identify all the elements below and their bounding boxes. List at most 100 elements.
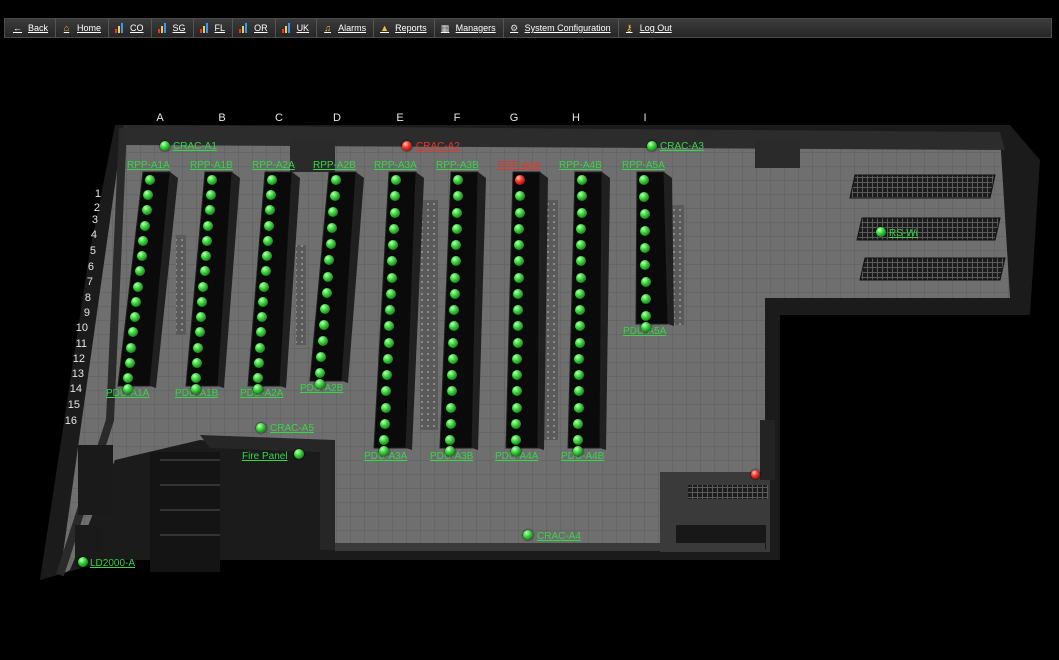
rack-status-dot[interactable] — [317, 335, 328, 346]
rack-status-dot[interactable] — [325, 239, 336, 250]
rack-status-dot[interactable] — [129, 312, 140, 323]
rack-status-dot[interactable] — [382, 370, 392, 380]
rack-status-dot[interactable] — [385, 305, 395, 315]
rack-status-dot[interactable] — [575, 288, 586, 299]
rack-status-dot[interactable] — [513, 256, 524, 267]
rack-status-dot[interactable] — [331, 175, 341, 185]
back-link[interactable]: ← Back — [7, 19, 57, 37]
rack-status-dot[interactable] — [192, 357, 203, 368]
rack-status-dot[interactable] — [204, 205, 215, 216]
crac-a3-link[interactable]: CRAC-A3 — [660, 141, 704, 153]
rack-status-dot[interactable] — [513, 288, 524, 299]
rpp-a2a-link[interactable]: RPP-A2A — [252, 160, 295, 172]
rack-status-dot[interactable] — [575, 272, 586, 283]
home-link[interactable]: ⌂ Home — [56, 19, 110, 37]
rack-status-dot[interactable] — [575, 305, 585, 315]
rack-status-dot[interactable] — [320, 303, 331, 314]
rack-status-dot[interactable] — [379, 435, 389, 445]
rack-status-dot[interactable] — [576, 207, 587, 218]
rack-status-dot[interactable] — [446, 386, 457, 397]
rack-status-dot[interactable] — [640, 277, 651, 287]
rack-status-dot[interactable] — [573, 402, 584, 413]
site-link-or[interactable]: OR — [233, 19, 276, 37]
rack-status-dot[interactable] — [450, 256, 461, 267]
rack-status-dot[interactable] — [512, 370, 522, 380]
rack-status-dot[interactable] — [447, 353, 458, 364]
rack-status-dot[interactable] — [194, 327, 205, 338]
rack-status-dot[interactable] — [448, 337, 458, 348]
rack-status-dot[interactable] — [573, 386, 584, 397]
rack-status-dot[interactable] — [514, 223, 525, 234]
rpp-a4a-link[interactable]: RPP-A4A — [498, 160, 541, 172]
rack-status-dot[interactable] — [203, 220, 214, 231]
site-link-fl[interactable]: FL — [194, 19, 234, 37]
rack-status-dot[interactable] — [514, 191, 525, 202]
rack-status-dot[interactable] — [639, 175, 649, 185]
rack-status-dot[interactable] — [511, 435, 521, 445]
rpp-a5a-link[interactable]: RPP-A5A — [622, 160, 665, 172]
crac-a4-link[interactable]: CRAC-A4 — [537, 531, 581, 543]
log-out-link[interactable]: ⚷ Log Out — [619, 19, 679, 37]
rack-status-dot[interactable] — [193, 342, 204, 353]
rack-status-dot[interactable] — [389, 207, 400, 218]
rack-status-dot[interactable] — [575, 256, 586, 267]
crac-a1-link[interactable]: CRAC-A1 — [173, 141, 217, 153]
rack-status-dot[interactable] — [260, 266, 271, 277]
reports-link[interactable]: ▲ Reports — [374, 19, 435, 37]
rack-status-dot[interactable] — [574, 370, 584, 380]
rack-status-dot[interactable] — [323, 271, 333, 282]
rack-status-dot[interactable] — [511, 386, 522, 397]
rack-status-dot[interactable] — [207, 175, 217, 185]
rack-status-dot[interactable] — [577, 175, 587, 185]
fire-panel-link[interactable]: Fire Panel — [242, 451, 288, 463]
rack-status-dot[interactable] — [639, 209, 650, 219]
rack-status-dot[interactable] — [513, 272, 524, 283]
site-link-uk[interactable]: UK — [276, 19, 318, 37]
rack-status-dot[interactable] — [197, 296, 208, 307]
rack-status-dot[interactable] — [453, 175, 463, 185]
rack-status-dot[interactable] — [255, 342, 266, 353]
rpp-a1b-link[interactable]: RPP-A1B — [190, 160, 233, 172]
rack-status-dot[interactable] — [511, 402, 522, 413]
rpp-a1a-link[interactable]: RPP-A1A — [127, 160, 170, 172]
rpp-a3a-link[interactable]: RPP-A3A — [374, 160, 417, 172]
rack-status-dot[interactable] — [576, 191, 587, 202]
rack-status-dot[interactable] — [514, 207, 525, 218]
rack-status-dot[interactable] — [446, 402, 456, 413]
rack-status-dot[interactable] — [191, 373, 201, 383]
rack-status-dot[interactable] — [139, 220, 150, 231]
rack-status-dot[interactable] — [512, 353, 523, 364]
alarms-link[interactable]: ♫ Alarms — [317, 19, 375, 37]
rack-status-dot[interactable] — [126, 342, 137, 353]
rack-status-dot[interactable] — [319, 319, 329, 330]
crac-a5-link[interactable]: CRAC-A5 — [270, 423, 314, 435]
rack-status-dot[interactable] — [451, 223, 462, 234]
rack-status-dot[interactable] — [447, 370, 457, 380]
rack-status-dot[interactable] — [574, 337, 585, 348]
rack-status-dot[interactable] — [382, 353, 393, 364]
rs-wi-link[interactable]: RS-Wi — [889, 228, 918, 240]
rack-status-dot[interactable] — [388, 223, 399, 234]
rack-status-dot[interactable] — [379, 418, 390, 429]
rack-status-dot[interactable] — [199, 266, 210, 277]
rack-status-dot[interactable] — [254, 357, 265, 368]
rack-status-dot[interactable] — [253, 373, 263, 383]
rpp-a2b-link[interactable]: RPP-A2B — [313, 160, 356, 172]
rack-status-dot[interactable] — [448, 321, 459, 332]
rack-status-dot[interactable] — [133, 281, 144, 292]
rack-status-dot[interactable] — [202, 235, 213, 246]
crac-a2-link[interactable]: CRAC-A2 — [416, 141, 460, 153]
rack-status-dot[interactable] — [321, 287, 332, 298]
rack-status-dot[interactable] — [445, 418, 456, 429]
rack-status-dot[interactable] — [198, 281, 209, 292]
ld2000-a-link[interactable]: LD2000-A — [90, 558, 135, 570]
rack-status-dot[interactable] — [262, 235, 273, 246]
managers-link[interactable]: ▦ Managers — [435, 19, 504, 37]
rack-status-dot[interactable] — [136, 251, 147, 262]
rack-status-dot[interactable] — [514, 240, 524, 250]
rack-status-dot[interactable] — [512, 337, 523, 348]
rack-status-dot[interactable] — [267, 175, 277, 185]
rack-status-dot[interactable] — [205, 190, 216, 201]
rack-status-dot[interactable] — [383, 337, 394, 348]
system-configuration-link[interactable]: ⚙ System Configuration — [504, 19, 619, 37]
